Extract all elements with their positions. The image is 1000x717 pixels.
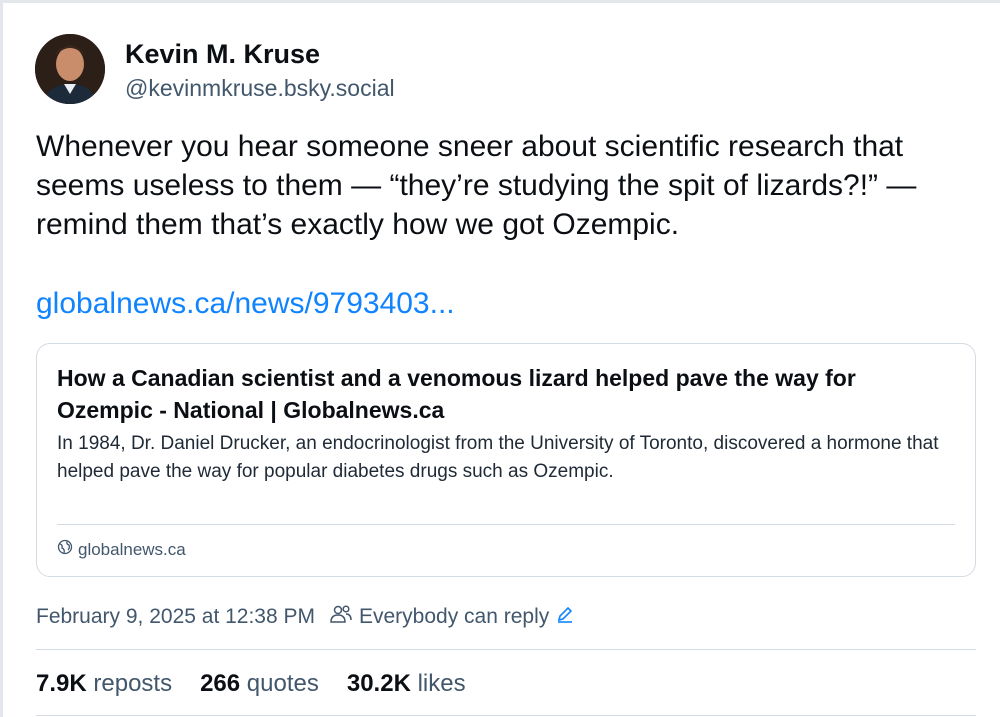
reposts-count: 7.9K bbox=[36, 670, 87, 697]
avatar[interactable] bbox=[35, 34, 105, 104]
card-domain-row: globalnews.ca bbox=[57, 539, 186, 560]
post-container: Kevin M. Kruse @kevinmkruse.bsky.social … bbox=[0, 0, 1000, 717]
reposts-label: reposts bbox=[93, 670, 173, 697]
quotes-count: 266 bbox=[200, 670, 241, 697]
engagement-stats: 7.9K reposts 266 quotes 30.2K likes bbox=[36, 670, 466, 698]
reply-setting-label: Everybody can reply bbox=[359, 605, 550, 628]
likes-label: likes bbox=[417, 670, 466, 697]
pencil-icon[interactable] bbox=[555, 604, 575, 630]
link-preview-card[interactable]: How a Canadian scientist and a venomous … bbox=[36, 343, 976, 577]
card-title: How a Canadian scientist and a venomous … bbox=[57, 365, 856, 423]
card-description: In 1984, Dr. Daniel Drucker, an endocrin… bbox=[57, 433, 939, 482]
people-icon bbox=[329, 604, 353, 630]
stats-divider-top bbox=[36, 649, 976, 650]
reposts-stat[interactable]: 7.9K reposts bbox=[36, 670, 172, 698]
post-meta: February 9, 2025 at 12:38 PM Everybody c… bbox=[36, 604, 575, 630]
likes-stat[interactable]: 30.2K likes bbox=[347, 670, 466, 698]
post-text: Whenever you hear someone sneer about sc… bbox=[36, 130, 917, 241]
card-divider bbox=[57, 524, 955, 525]
post-link[interactable]: globalnews.ca/news/9793403... bbox=[36, 287, 455, 321]
author-name[interactable]: Kevin M. Kruse bbox=[125, 39, 320, 70]
stats-divider-bottom bbox=[36, 715, 976, 716]
reply-setting[interactable]: Everybody can reply bbox=[329, 604, 575, 630]
card-domain: globalnews.ca bbox=[78, 539, 186, 559]
likes-count: 30.2K bbox=[346, 670, 411, 697]
timestamp[interactable]: February 9, 2025 at 12:38 PM bbox=[36, 605, 315, 629]
quotes-label: quotes bbox=[246, 670, 319, 697]
quotes-stat[interactable]: 266 quotes bbox=[200, 670, 319, 698]
globe-icon bbox=[57, 539, 73, 560]
author-handle[interactable]: @kevinmkruse.bsky.social bbox=[125, 75, 395, 102]
